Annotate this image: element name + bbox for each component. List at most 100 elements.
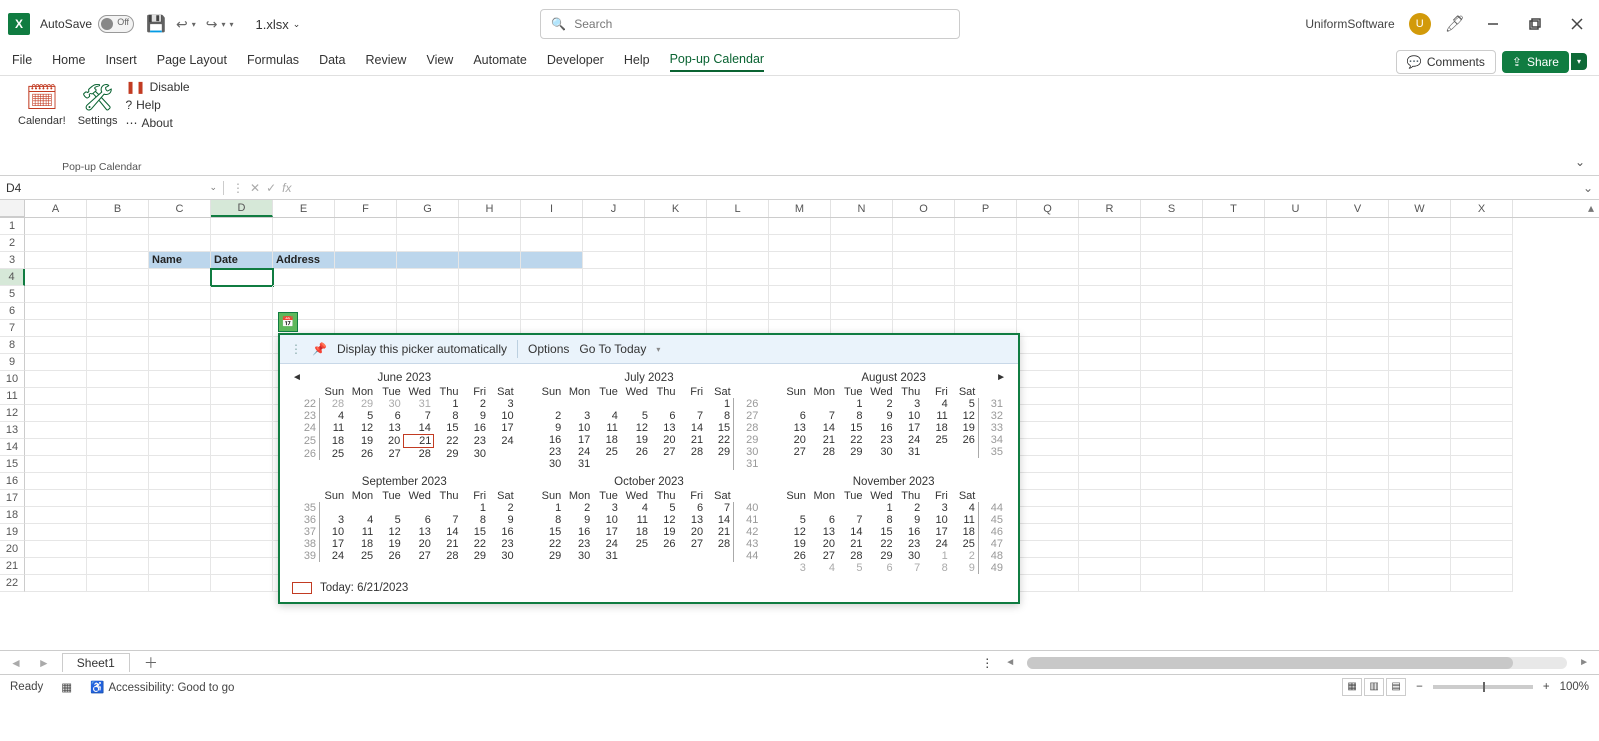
- calendar-day[interactable]: 15: [537, 526, 565, 538]
- cell[interactable]: [335, 252, 397, 269]
- cell[interactable]: [1017, 558, 1079, 575]
- qat-customize[interactable]: ▾: [229, 20, 233, 29]
- calendar-day[interactable]: 19: [376, 538, 404, 550]
- cell[interactable]: [1203, 269, 1265, 286]
- cell[interactable]: [707, 269, 769, 286]
- row-header[interactable]: 2: [0, 235, 25, 252]
- cell[interactable]: [1079, 507, 1141, 524]
- calendar-day[interactable]: 6: [866, 562, 896, 574]
- cell[interactable]: [273, 218, 335, 235]
- calendar-day[interactable]: 18: [593, 434, 621, 446]
- cell[interactable]: [1141, 303, 1203, 320]
- calendar-day[interactable]: 2: [866, 398, 896, 410]
- cell[interactable]: [1389, 269, 1451, 286]
- calendar-day[interactable]: 28: [320, 398, 348, 410]
- cell[interactable]: [1389, 303, 1451, 320]
- calendar-day[interactable]: 21: [434, 538, 462, 550]
- cell[interactable]: [87, 218, 149, 235]
- cell[interactable]: [1265, 473, 1327, 490]
- cell[interactable]: [1141, 337, 1203, 354]
- calendar-day[interactable]: 31: [593, 550, 621, 562]
- cell[interactable]: [1203, 507, 1265, 524]
- cell[interactable]: [1203, 541, 1265, 558]
- cell[interactable]: [1203, 422, 1265, 439]
- calendar-day[interactable]: 6: [809, 514, 838, 526]
- row-header[interactable]: 16: [0, 473, 25, 490]
- cell[interactable]: [1203, 473, 1265, 490]
- calendar-day[interactable]: 6: [376, 410, 404, 422]
- cell[interactable]: [1203, 405, 1265, 422]
- tab-automate[interactable]: Automate: [473, 53, 527, 71]
- cell[interactable]: [583, 252, 645, 269]
- cell[interactable]: [1079, 320, 1141, 337]
- cell[interactable]: [459, 286, 521, 303]
- calendar-day[interactable]: 23: [866, 434, 896, 446]
- calendar-day[interactable]: 21: [809, 434, 838, 446]
- cell[interactable]: [1451, 388, 1513, 405]
- calendar-day[interactable]: 10: [896, 410, 924, 422]
- calendar-button[interactable]: 🗓 Calendar!: [14, 80, 70, 130]
- cell[interactable]: [1141, 405, 1203, 422]
- calendar-day[interactable]: 28: [809, 446, 838, 458]
- calendar-day[interactable]: 20: [781, 434, 809, 446]
- cell[interactable]: [25, 235, 87, 252]
- cell[interactable]: [893, 286, 955, 303]
- cell[interactable]: [1389, 337, 1451, 354]
- calendar-day[interactable]: 12: [651, 514, 679, 526]
- calendar-day[interactable]: 24: [896, 434, 924, 446]
- cell[interactable]: [831, 252, 893, 269]
- calendar-day[interactable]: 2: [564, 502, 593, 514]
- cell[interactable]: [1327, 473, 1389, 490]
- col-header[interactable]: U: [1265, 200, 1327, 217]
- cell[interactable]: [1451, 252, 1513, 269]
- cell[interactable]: [1079, 439, 1141, 456]
- calendar-day[interactable]: 31: [564, 458, 593, 470]
- cell[interactable]: [335, 235, 397, 252]
- cell[interactable]: [1389, 422, 1451, 439]
- calendar-day[interactable]: 1: [706, 398, 734, 410]
- cell[interactable]: [1265, 541, 1327, 558]
- cell[interactable]: [25, 286, 87, 303]
- cell[interactable]: [1327, 269, 1389, 286]
- calendar-day[interactable]: 30: [866, 446, 896, 458]
- calendar-day[interactable]: 30: [376, 398, 404, 410]
- cell[interactable]: [1141, 541, 1203, 558]
- row-header[interactable]: 20: [0, 541, 25, 558]
- cell[interactable]: [25, 507, 87, 524]
- cell[interactable]: [1017, 303, 1079, 320]
- calendar-day[interactable]: 30: [896, 550, 924, 562]
- cell[interactable]: [459, 303, 521, 320]
- cell[interactable]: [1451, 422, 1513, 439]
- tab-insert[interactable]: Insert: [106, 53, 137, 71]
- cancel-formula-icon[interactable]: ✕: [250, 181, 260, 195]
- tab-data[interactable]: Data: [319, 53, 345, 71]
- calendar-day[interactable]: 3: [781, 562, 809, 574]
- calendar-day[interactable]: 24: [489, 435, 517, 448]
- calendar-day[interactable]: 27: [651, 446, 679, 458]
- cell[interactable]: [1017, 524, 1079, 541]
- cell[interactable]: [1327, 252, 1389, 269]
- calendar-day[interactable]: 2: [461, 398, 489, 410]
- calendar-day[interactable]: 17: [320, 538, 348, 550]
- calendar-day[interactable]: 3: [923, 502, 951, 514]
- cell[interactable]: [1389, 320, 1451, 337]
- cell[interactable]: [149, 524, 211, 541]
- cell[interactable]: [1017, 575, 1079, 592]
- calendar-day[interactable]: 26: [651, 538, 679, 550]
- cell[interactable]: [87, 473, 149, 490]
- cell[interactable]: [25, 541, 87, 558]
- calendar-day[interactable]: 28: [404, 448, 434, 461]
- cell[interactable]: [955, 252, 1017, 269]
- cell[interactable]: [211, 286, 273, 303]
- zoom-level[interactable]: 100%: [1560, 681, 1589, 693]
- cell[interactable]: [1203, 371, 1265, 388]
- cell[interactable]: [1141, 575, 1203, 592]
- cell[interactable]: [1141, 320, 1203, 337]
- cell[interactable]: [25, 456, 87, 473]
- calendar-day[interactable]: 19: [347, 435, 376, 448]
- row-header[interactable]: 14: [0, 439, 25, 456]
- cell[interactable]: [1203, 218, 1265, 235]
- calendar-day[interactable]: 14: [838, 526, 866, 538]
- calendar-day[interactable]: 13: [404, 526, 434, 538]
- calendar-day[interactable]: 6: [781, 410, 809, 422]
